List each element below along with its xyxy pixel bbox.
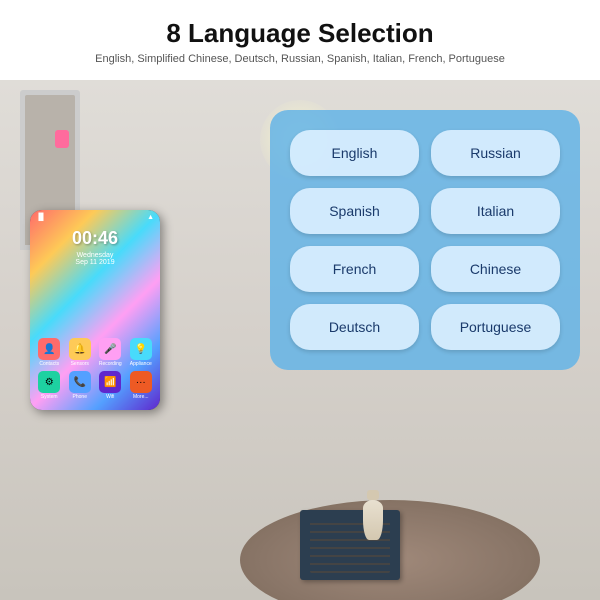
decorative-vase [360,490,385,540]
phone-icon-system: ⚙ System [36,371,63,400]
phone-icon-label: More... [133,394,149,400]
signal-icon: ▐▌ [36,214,46,221]
language-button-deutsch[interactable]: Deutsch [290,304,419,350]
language-button-italian[interactable]: Italian [431,188,560,234]
language-button-spanish[interactable]: Spanish [290,188,419,234]
vase-neck [367,490,379,500]
phone-statusbar: ▐▌ ▲ [30,214,160,221]
language-button-portuguese[interactable]: Portuguese [431,304,560,350]
phone-icon-img: 💡 [130,338,152,360]
phone-icon-label: Contacts [39,361,59,367]
phone-icon-more: ··· More... [128,371,155,400]
language-button-russian[interactable]: Russian [431,130,560,176]
wall-sensor [55,130,69,148]
phone-icon-img: 👤 [38,338,60,360]
phone-icon-img: 🔔 [69,338,91,360]
phone-icon-label: Phone [73,394,87,400]
language-panel: English Russian Spanish Italian French Chines… [270,110,580,370]
phone-icon-img: 🎤 [99,338,121,360]
phone-icon-wifi: 📶 Wifi [97,371,124,400]
phone-icon-label: Recording [99,361,122,367]
phone-icon-img: ⚙ [38,371,60,393]
page-title: 8 Language Selection [20,18,580,49]
page-subtitle: English, Simplified Chinese, Deutsch, Ru… [20,53,580,65]
phone-icon-img: 📞 [69,371,91,393]
vase-body [363,500,383,540]
page-container: 8 Language Selection English, Simplified… [0,0,600,600]
language-button-english[interactable]: English [290,130,419,176]
phone-date: Wednesday Sep 11 2019 [30,252,160,266]
wifi-icon: ▲ [147,214,154,221]
language-button-chinese[interactable]: Chinese [431,246,560,292]
phone-icon-label: Appliance [130,361,152,367]
phone-icon-recording: 🎤 Recording [97,338,124,367]
phone-icon-appliance: 💡 Appliance [128,338,155,367]
header: 8 Language Selection English, Simplified… [0,0,600,71]
phone-screen: ▐▌ ▲ 00:46 Wednesday Sep 11 2019 👤 Conta… [30,210,160,410]
table-book [300,510,400,580]
phone-icon-img: 📶 [99,371,121,393]
phone-icons-grid: 👤 Contacts 🔔 Sensors 🎤 Recording 💡 Appli… [30,338,160,400]
phone-icon-sensors: 🔔 Sensors [67,338,94,367]
language-button-french[interactable]: French [290,246,419,292]
phone-time: 00:46 [30,228,160,249]
phone-icon-phone: 📞 Phone [67,371,94,400]
phone-icon-label: Sensors [71,361,89,367]
room-background: ▐▌ ▲ 00:46 Wednesday Sep 11 2019 👤 Conta… [0,80,600,600]
smart-device-display: ▐▌ ▲ 00:46 Wednesday Sep 11 2019 👤 Conta… [30,210,160,410]
phone-icon-label: System [41,394,58,400]
phone-icon-contacts: 👤 Contacts [36,338,63,367]
phone-icon-img: ··· [130,371,152,393]
phone-icon-label: Wifi [106,394,114,400]
